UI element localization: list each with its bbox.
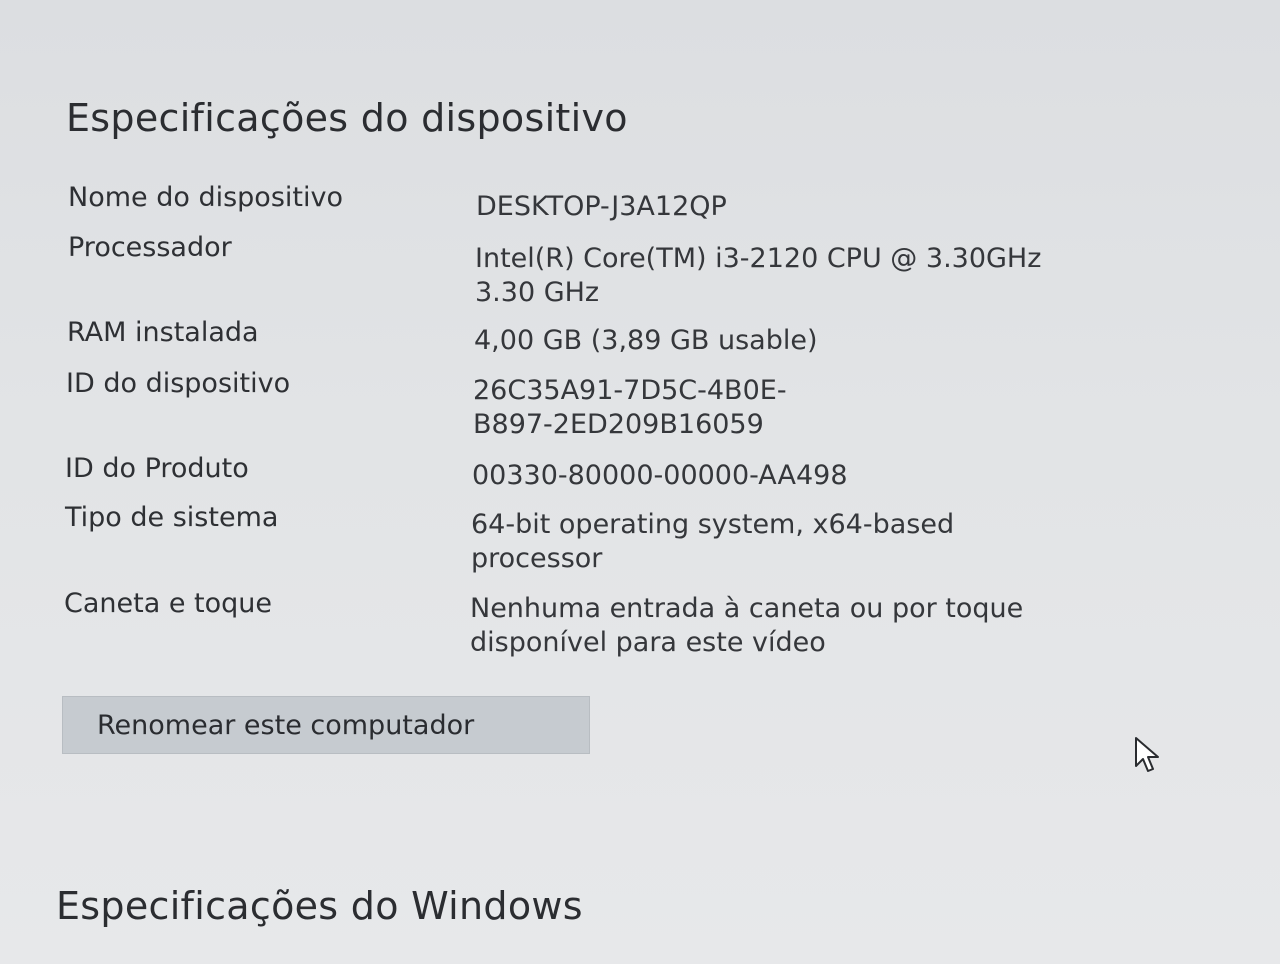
spec-value-line: processor bbox=[471, 543, 603, 574]
settings-about-page: Especificações do dispositivo Nome do di… bbox=[0, 0, 1280, 964]
windows-specs-heading: Especificações do Windows bbox=[56, 884, 583, 928]
spec-label: Nome do dispositivo bbox=[68, 182, 343, 213]
spec-value: DESKTOP-J3A12QP bbox=[476, 190, 1166, 224]
spec-value-line: Nenhuma entrada à caneta ou por toque bbox=[470, 593, 1024, 624]
spec-label: ID do dispositivo bbox=[66, 368, 291, 399]
spec-value: Nenhuma entrada à caneta ou por toque di… bbox=[470, 592, 1160, 660]
spec-value-line: DESKTOP-J3A12QP bbox=[476, 191, 727, 222]
spec-value-line: B897-2ED209B16059 bbox=[473, 409, 764, 440]
device-specs-heading: Especificações do dispositivo bbox=[66, 96, 628, 140]
spec-value: 64-bit operating system, x64-based proce… bbox=[471, 508, 1161, 576]
spec-value: 26C35A91-7D5C-4B0E- B897-2ED209B16059 bbox=[473, 374, 1163, 442]
spec-label: ID do Produto bbox=[65, 453, 249, 484]
spec-value: Intel(R) Core(TM) i3-2120 CPU @ 3.30GHz … bbox=[475, 242, 1165, 310]
spec-value-line: 4,00 GB (3,89 GB usable) bbox=[474, 325, 818, 356]
mouse-pointer-icon bbox=[1135, 737, 1159, 772]
spec-value-line: 00330-80000-00000-AA498 bbox=[472, 460, 848, 491]
spec-label: Processador bbox=[68, 232, 232, 263]
spec-value-line: disponível para este vídeo bbox=[470, 627, 826, 658]
spec-value-line: 64-bit operating system, x64-based bbox=[471, 509, 955, 540]
spec-value-line: Intel(R) Core(TM) i3-2120 CPU @ 3.30GHz bbox=[475, 243, 1042, 274]
spec-value-line: 26C35A91-7D5C-4B0E- bbox=[473, 375, 787, 406]
spec-label: Tipo de sistema bbox=[65, 502, 279, 533]
spec-value-line: 3.30 GHz bbox=[475, 277, 600, 308]
spec-label: RAM instalada bbox=[67, 317, 259, 348]
spec-label: Caneta e toque bbox=[64, 588, 272, 619]
rename-pc-button[interactable]: Renomear este computador bbox=[62, 696, 590, 754]
spec-value: 4,00 GB (3,89 GB usable) bbox=[474, 324, 1164, 358]
spec-value: 00330-80000-00000-AA498 bbox=[472, 459, 1162, 493]
